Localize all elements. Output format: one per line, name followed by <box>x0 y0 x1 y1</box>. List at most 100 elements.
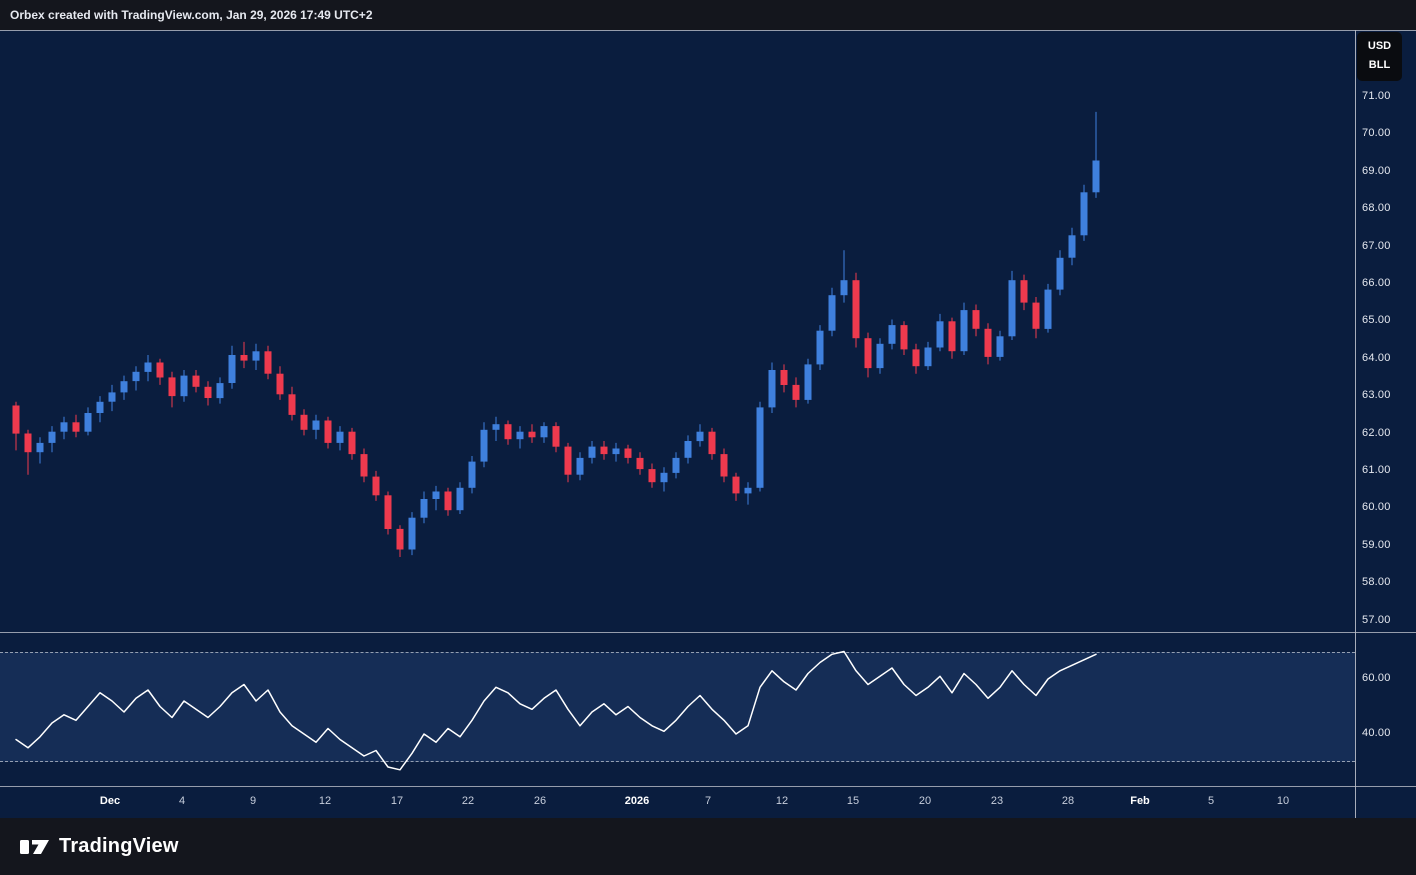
candle-body <box>409 518 416 550</box>
candle-body <box>565 447 572 475</box>
candle-body <box>85 413 92 432</box>
candle-body <box>217 383 224 398</box>
candle-body <box>49 432 56 443</box>
candle-body <box>109 392 116 401</box>
candle-body <box>313 421 320 430</box>
oscillator-axis-label: 40.00 <box>1362 727 1391 739</box>
candle-body <box>877 344 884 368</box>
candlestick-series <box>0 30 1355 632</box>
chart-container: Dec4912172226202671215202328Feb510 71.00… <box>0 30 1416 818</box>
price-axis-label: 58.00 <box>1362 576 1391 588</box>
price-axis-label: 59.00 <box>1362 539 1391 551</box>
candle-body <box>793 385 800 400</box>
candle-body <box>997 336 1004 357</box>
price-axis-label: 64.00 <box>1362 352 1391 364</box>
candle-body <box>1021 280 1028 302</box>
time-axis-label: 26 <box>534 795 546 807</box>
candle-body <box>769 370 776 407</box>
top-attribution-bar: Orbex created with TradingView.com, Jan … <box>0 0 1416 30</box>
candle-body <box>37 443 44 452</box>
symbol-badge-line2: BLL <box>1357 56 1402 75</box>
candle-body <box>709 432 716 454</box>
candle-body <box>589 447 596 458</box>
candle-body <box>817 331 824 365</box>
candle-body <box>301 415 308 430</box>
candle-body <box>697 432 704 441</box>
time-axis-label: Dec <box>100 795 120 807</box>
candle-body <box>517 432 524 440</box>
candle-body <box>1009 280 1016 336</box>
candle-body <box>373 477 380 496</box>
tradingview-logo-link[interactable]: TradingView <box>20 835 179 858</box>
candle-body <box>625 449 632 458</box>
candle-body <box>1057 258 1064 290</box>
candle-body <box>325 421 332 443</box>
candle-body <box>205 387 212 398</box>
candle-body <box>433 492 440 500</box>
time-axis-label: 12 <box>776 795 788 807</box>
candle-body <box>145 363 152 372</box>
candle-body <box>133 372 140 381</box>
candle-body <box>157 363 164 378</box>
candle-body <box>25 434 32 453</box>
candle-body <box>553 426 560 447</box>
time-axis-label: 20 <box>919 795 931 807</box>
candle-body <box>73 422 80 431</box>
candle-body <box>61 422 68 431</box>
price-axis-label: 68.00 <box>1362 202 1391 214</box>
time-axis-label: 17 <box>391 795 403 807</box>
candle-body <box>637 458 644 469</box>
candle-body <box>745 488 752 494</box>
symbol-badge-line1: USD <box>1357 37 1402 56</box>
time-axis[interactable]: Dec4912172226202671215202328Feb510 <box>0 786 1355 818</box>
candle-body <box>733 477 740 494</box>
candle-body <box>469 462 476 488</box>
price-axis[interactable]: 71.0070.0069.0068.0067.0066.0065.0064.00… <box>1355 30 1416 818</box>
candle-body <box>673 458 680 473</box>
candle-body <box>937 321 944 347</box>
price-axis-label: 60.00 <box>1362 501 1391 513</box>
candle-body <box>577 458 584 475</box>
candle-body <box>253 351 260 360</box>
candle-body <box>865 338 872 368</box>
price-axis-label: 62.00 <box>1362 427 1391 439</box>
candle-body <box>1045 290 1052 329</box>
candle-body <box>925 348 932 367</box>
candle-body <box>361 454 368 476</box>
price-axis-label: 71.00 <box>1362 90 1391 102</box>
time-axis-label: 4 <box>179 795 185 807</box>
candle-body <box>445 492 452 511</box>
pane-separator-bottom <box>0 786 1416 787</box>
price-pane[interactable] <box>0 30 1355 632</box>
candle-body <box>529 432 536 438</box>
candle-body <box>421 499 428 518</box>
candle-body <box>853 280 860 338</box>
price-axis-label: 69.00 <box>1362 165 1391 177</box>
tradingview-wordmark: TradingView <box>59 835 179 858</box>
time-axis-label: 5 <box>1208 795 1214 807</box>
candle-body <box>265 351 272 373</box>
price-axis-label: 66.00 <box>1362 277 1391 289</box>
candle-body <box>961 310 968 351</box>
candle-body <box>13 406 20 434</box>
candle-body <box>889 325 896 344</box>
candle-body <box>289 394 296 415</box>
candle-body <box>385 495 392 529</box>
candle-body <box>661 473 668 482</box>
time-axis-label: 7 <box>705 795 711 807</box>
oscillator-pane[interactable] <box>0 632 1355 786</box>
price-axis-label: 61.00 <box>1362 464 1391 476</box>
candle-body <box>349 432 356 454</box>
candle-body <box>973 310 980 329</box>
time-axis-label: 23 <box>991 795 1003 807</box>
price-axis-label: 57.00 <box>1362 614 1391 626</box>
symbol-badge[interactable]: USD BLL <box>1357 32 1402 81</box>
candle-body <box>505 424 512 439</box>
time-axis-label: 12 <box>319 795 331 807</box>
candle-body <box>649 469 656 482</box>
tradingview-logo-icon <box>20 836 50 858</box>
candle-body <box>805 364 812 400</box>
candle-body <box>601 447 608 455</box>
candle-body <box>829 295 836 331</box>
time-axis-label: 2026 <box>625 795 649 807</box>
